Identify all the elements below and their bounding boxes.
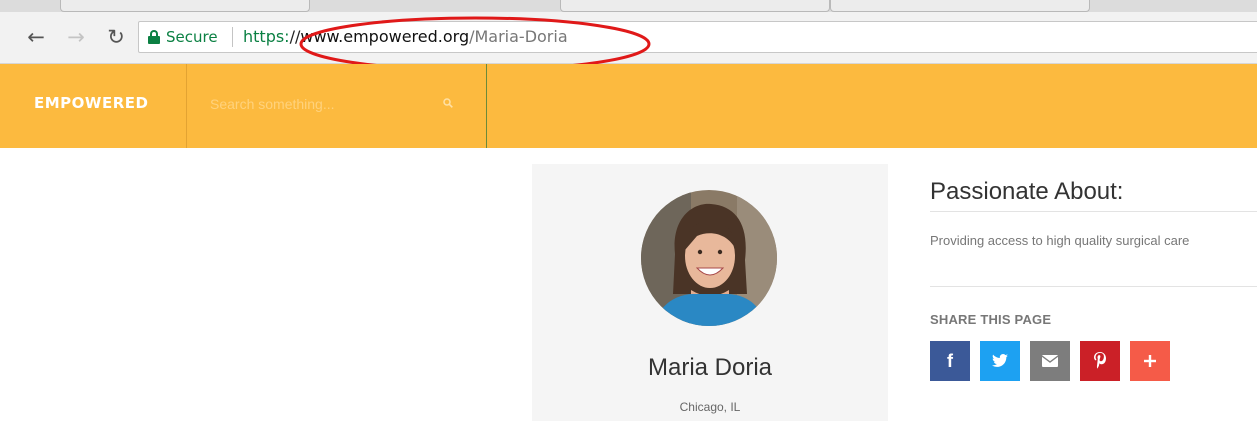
search-icon[interactable] [443,98,453,108]
share-label: SHARE THIS PAGE [930,312,1052,327]
header-divider [186,64,187,148]
more-share-button[interactable] [1130,341,1170,381]
twitter-share-button[interactable] [980,341,1020,381]
browser-tab[interactable] [830,0,1090,12]
tab-strip [0,0,1257,12]
reload-icon[interactable]: ↻ [104,25,128,49]
url-host: www.empowered.org [300,27,470,46]
email-icon [1042,355,1058,367]
svg-text:f: f [947,351,954,371]
back-arrow-icon[interactable]: ← [24,25,48,49]
address-bar[interactable]: Secure https://www.empowered.org/Maria-D… [138,21,1257,53]
url-scheme: https: [243,27,290,46]
avatar [641,190,777,326]
divider [930,286,1257,287]
site-header: EMPOWERED [0,64,1257,148]
url-path: /Maria-Doria [469,27,568,46]
facebook-icon: f [947,351,954,371]
passionate-about-text: Providing access to high quality surgica… [930,233,1190,248]
logo[interactable]: EMPOWERED [34,94,148,112]
address-separator [232,27,233,47]
divider [930,211,1257,212]
secure-label[interactable]: Secure [166,28,218,46]
twitter-icon [992,354,1008,367]
url-slashes: // [289,27,301,46]
browser-toolbar: ← → ↻ Secure https://www.empowered.org/M… [0,12,1257,64]
browser-tab[interactable] [60,0,310,12]
lock-icon[interactable] [148,30,160,44]
forward-arrow-icon[interactable]: → [64,25,88,49]
plus-icon [1144,355,1156,367]
pinterest-icon [1094,352,1106,369]
facebook-share-button[interactable]: f [930,341,970,381]
email-share-button[interactable] [1030,341,1070,381]
pinterest-share-button[interactable] [1080,341,1120,381]
header-divider [486,64,487,148]
browser-tab[interactable] [560,0,830,12]
passionate-about-title: Passionate About: [930,178,1124,205]
profile-card: Maria Doria Chicago, IL [532,164,888,421]
profile-location: Chicago, IL [679,400,741,414]
url-text[interactable]: https://www.empowered.org/Maria-Doria [243,27,568,46]
profile-name: Maria Doria [647,354,773,381]
about-panel: Passionate About: Providing access to hi… [930,164,1257,421]
search-input[interactable] [210,92,430,116]
